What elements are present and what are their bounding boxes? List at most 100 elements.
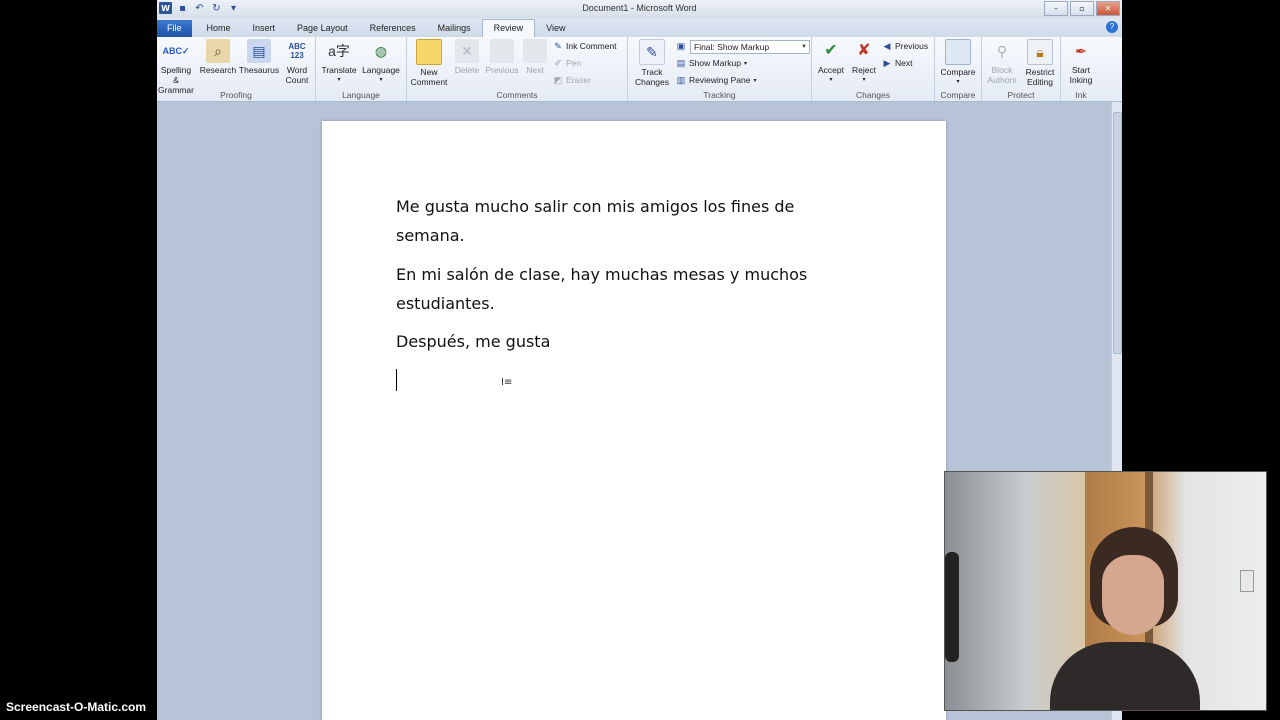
show-markup-icon: ▤ (676, 58, 686, 68)
research-button[interactable]: ⌕ Research (199, 39, 237, 75)
reviewing-pane-icon: ▥ (676, 75, 686, 85)
accept-button[interactable]: ✔ Accept ▾ (814, 39, 848, 85)
delete-comment-button[interactable]: ✕ Delete (450, 39, 484, 75)
eraser-button[interactable]: ◩ Eraser (553, 75, 591, 85)
webcam-left-object (945, 552, 959, 662)
group-tracking: ✎ Track Changes ▣ Final: Show Markup ▼ ▤… (628, 37, 812, 101)
tab-mailings[interactable]: Mailings (427, 20, 482, 37)
watermark-text: Screencast-O-Matic.com (6, 700, 147, 714)
start-inking-button[interactable]: ✒ Start Inking (1063, 39, 1099, 85)
new-comment-button[interactable]: New Comment (409, 39, 449, 87)
reviewing-pane-button[interactable]: ▥ Reviewing Pane ▾ (676, 75, 757, 85)
next-comment-button[interactable]: Next (520, 39, 550, 75)
accept-dropdown-icon: ▾ (829, 77, 833, 83)
text-cursor (396, 369, 397, 391)
block-authors-icon: ⚲ (996, 43, 1008, 59)
group-label-protect: Protect (1007, 90, 1035, 100)
tab-insert[interactable]: Insert (242, 20, 287, 37)
paragraph-1[interactable]: Me gusta mucho salir con mis amigos los … (396, 192, 836, 250)
ink-comment-icon: ✎ (554, 41, 562, 51)
group-ink: ✒ Start Inking Ink (1061, 37, 1101, 101)
group-comments: New Comment ✕ Delete Previous Next ✎ Ink… (407, 37, 628, 101)
tab-file[interactable]: File (157, 20, 192, 37)
tab-references[interactable]: References (359, 20, 427, 37)
minimize-button[interactable]: – (1044, 1, 1068, 16)
show-markup-dropdown-icon: ▾ (743, 60, 747, 67)
webcam-light-switch (1240, 570, 1254, 592)
paragraph-2[interactable]: En mi salón de clase, hay muchas mesas y… (396, 260, 836, 318)
previous-comment-icon (490, 39, 514, 63)
reject-x-icon: ✘ (857, 42, 871, 59)
maximize-button[interactable]: ▫ (1070, 1, 1094, 16)
new-comment-icon (416, 39, 442, 65)
show-markup-button[interactable]: ▤ Show Markup ▾ (676, 58, 747, 68)
track-changes-button[interactable]: ✎ Track Changes (630, 39, 674, 87)
language-globe-icon: ◍ (374, 43, 388, 59)
presenter-body (1050, 642, 1200, 710)
block-authors-button[interactable]: ⚲ Block Authors (984, 39, 1020, 85)
translate-button[interactable]: a字 Translate ▾ (320, 39, 358, 85)
previous-comment-button[interactable]: Previous (484, 39, 520, 75)
presenter-face (1102, 555, 1164, 635)
group-label-tracking: Tracking (703, 90, 736, 100)
translate-dropdown-icon: ▾ (337, 77, 341, 83)
tab-view[interactable]: View (535, 20, 576, 37)
word-count-button[interactable]: ABC 123 Word Count (281, 39, 313, 85)
language-dropdown-icon: ▾ (379, 77, 383, 83)
reject-button[interactable]: ✘ Reject ▾ (848, 39, 880, 85)
close-button[interactable]: ✕ (1096, 1, 1120, 16)
group-label-comments: Comments (496, 90, 538, 100)
next-arrow-icon: ▶ (883, 58, 891, 68)
ribbon-review: ABC✓ Spelling & Grammar ⌕ Research ▤ The… (157, 37, 1122, 102)
window-controls: – ▫ ✕ (1044, 1, 1120, 16)
research-book-icon: ⌕ (206, 39, 230, 63)
word-count-icon: ABC 123 (288, 42, 306, 60)
group-protect: ⚲ Block Authors 🔒︎ Restrict Editing Prot… (982, 37, 1061, 101)
start-inking-pen-icon: ✒ (1075, 43, 1087, 59)
thesaurus-button[interactable]: ▤ Thesaurus (239, 39, 279, 75)
help-icon[interactable]: ? (1106, 21, 1118, 33)
tab-review[interactable]: Review (481, 19, 536, 37)
group-compare: Compare ▾ Compare (935, 37, 982, 101)
compare-documents-icon (945, 39, 971, 65)
group-language: a字 Translate ▾ ◍ Language ▾ Language (316, 37, 407, 101)
ink-comment-button[interactable]: ✎ Ink Comment (553, 41, 616, 51)
thesaurus-book-icon: ▤ (247, 39, 271, 63)
ribbon-tabs: File Home Insert Page Layout References … (157, 18, 1122, 37)
compare-dropdown-icon: ▾ (956, 79, 960, 85)
previous-arrow-icon: ◀ (883, 41, 891, 51)
window-title: Document1 - Microsoft Word (582, 3, 697, 13)
document-page[interactable]: Me gusta mucho salir con mis amigos los … (322, 121, 946, 720)
compare-button[interactable]: Compare ▾ (937, 39, 979, 87)
next-change-button[interactable]: ▶ Next (882, 58, 913, 68)
group-label-ink: Ink (1075, 90, 1087, 100)
translate-icon: a字 (328, 43, 350, 59)
tab-page-layout[interactable]: Page Layout (286, 20, 359, 37)
display-for-review-select[interactable]: Final: Show Markup ▼ (690, 40, 810, 54)
display-for-review-icon: ▣ (676, 41, 686, 51)
spelling-grammar-button[interactable]: ABC✓ Spelling & Grammar (157, 39, 195, 95)
restrict-editing-button[interactable]: 🔒︎ Restrict Editing (1020, 39, 1060, 87)
track-changes-icon: ✎ (639, 39, 665, 65)
title-bar: W ▪ ↶ ↻ ▾ Document1 - Microsoft Word – ▫… (157, 0, 1122, 19)
accept-check-icon: ✔ (824, 42, 838, 59)
select-chevron-down-icon: ▼ (801, 44, 807, 50)
group-proofing: ABC✓ Spelling & Grammar ⌕ Research ▤ The… (157, 37, 316, 101)
tab-home[interactable]: Home (196, 20, 242, 37)
pen-button[interactable]: ✐ Pen (553, 58, 581, 68)
webcam-presenter (1050, 527, 1200, 710)
eraser-icon: ◩ (553, 75, 563, 85)
paragraph-3[interactable]: Después, me gusta (396, 327, 836, 356)
previous-change-button[interactable]: ◀ Previous (882, 41, 929, 51)
language-button[interactable]: ◍ Language ▾ (360, 39, 402, 85)
scrollbar-thumb[interactable] (1113, 112, 1122, 354)
reject-dropdown-icon: ▾ (862, 77, 866, 83)
webcam-overlay (944, 471, 1267, 711)
spelling-check-icon: ABC✓ (162, 46, 190, 56)
group-label-language: Language (342, 90, 380, 100)
group-label-proofing: Proofing (220, 90, 252, 100)
ibeam-cursor-icon: I≡ (501, 377, 513, 388)
delete-comment-icon: ✕ (455, 39, 479, 63)
restrict-editing-lock-icon: 🔒︎ (1027, 39, 1053, 65)
group-label-changes: Changes (855, 90, 891, 100)
